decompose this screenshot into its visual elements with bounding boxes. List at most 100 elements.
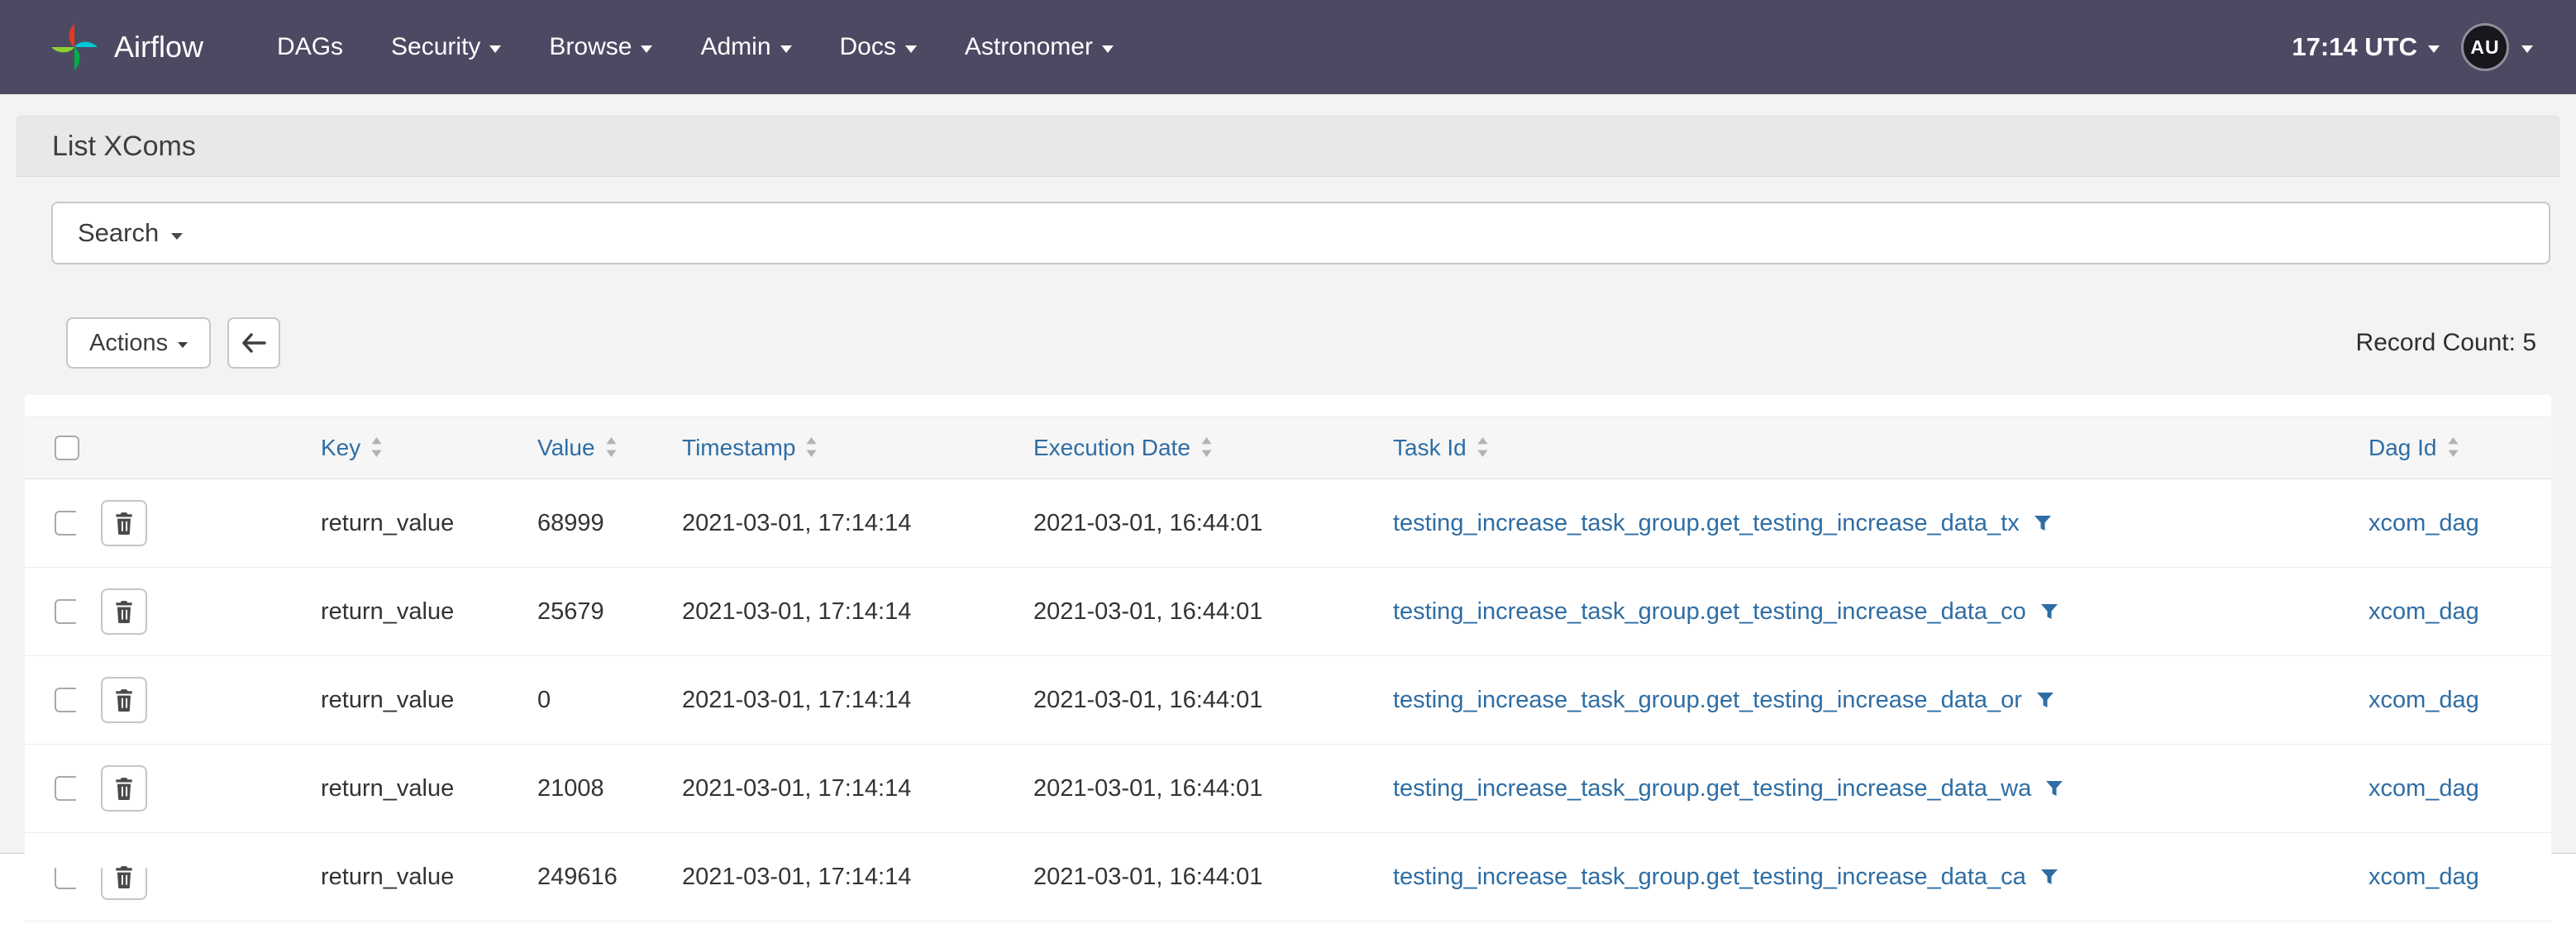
nav-item-docs[interactable]: Docs xyxy=(816,0,941,94)
cell-dag-id: xcom_dag xyxy=(2332,479,2551,568)
filter-icon[interactable] xyxy=(2044,778,2064,798)
table-row: return_value 0 2021-03-01, 17:14:14 2021… xyxy=(25,656,2551,745)
cell-timestamp: 2021-03-01, 17:14:14 xyxy=(646,745,997,833)
cell-timestamp: 2021-03-01, 17:14:14 xyxy=(646,833,997,921)
table-row: return_value 25679 2021-03-01, 17:14:14 … xyxy=(25,568,2551,656)
dag-id-link[interactable]: xcom_dag xyxy=(2368,864,2479,890)
delete-row-button[interactable] xyxy=(101,588,147,635)
cell-timestamp: 2021-03-01, 17:14:14 xyxy=(646,479,997,568)
table-header-row: Key Value Timestamp Execution Date Task … xyxy=(25,417,2551,479)
nav-item-security[interactable]: Security xyxy=(367,0,525,94)
cell-value: 0 xyxy=(501,656,646,745)
back-arrow-icon xyxy=(241,332,267,354)
cell-execution-date: 2021-03-01, 16:44:01 xyxy=(997,745,1357,833)
cell-key: return_value xyxy=(284,568,501,656)
task-id-link[interactable]: testing_increase_task_group.get_testing_… xyxy=(1393,598,2026,625)
row-checkbox[interactable] xyxy=(55,864,76,889)
cell-value: 25679 xyxy=(501,568,646,656)
trash-icon xyxy=(113,688,135,712)
cell-task-id: testing_increase_task_group.get_testing_… xyxy=(1357,833,2332,921)
dag-id-link[interactable]: xcom_dag xyxy=(2368,775,2479,802)
page-content: List XComs Search Actions Record Count: … xyxy=(0,94,2576,854)
caret-down-icon xyxy=(489,45,501,53)
table-row: return_value 21008 2021-03-01, 17:14:14 … xyxy=(25,745,2551,833)
cell-value: 249616 xyxy=(501,833,646,921)
table-row: return_value 68999 2021-03-01, 17:14:14 … xyxy=(25,479,2551,568)
row-checkbox[interactable] xyxy=(55,776,76,801)
cell-value: 68999 xyxy=(501,479,646,568)
nav-item-browse[interactable]: Browse xyxy=(525,0,676,94)
trash-icon xyxy=(113,777,135,801)
page-title: List XComs xyxy=(52,131,196,163)
sort-icon xyxy=(805,437,818,457)
search-toggle[interactable]: Search xyxy=(51,202,2550,264)
cell-execution-date: 2021-03-01, 16:44:01 xyxy=(997,833,1357,921)
sort-task-id-link[interactable]: Task Id xyxy=(1393,435,1467,460)
sort-icon xyxy=(605,437,618,457)
sort-execution-date-link[interactable]: Execution Date xyxy=(1033,435,1190,460)
filter-icon[interactable] xyxy=(2033,513,2053,533)
filter-icon[interactable] xyxy=(2039,867,2059,887)
column-header-execution-date: Execution Date xyxy=(997,417,1357,479)
filter-icon[interactable] xyxy=(2039,602,2059,621)
nav-item-dags[interactable]: DAGs xyxy=(253,0,367,94)
actions-button[interactable]: Actions xyxy=(66,317,211,369)
task-id-link[interactable]: testing_increase_task_group.get_testing_… xyxy=(1393,687,2022,713)
caret-down-icon xyxy=(1102,45,1114,53)
sort-icon xyxy=(2447,437,2459,457)
cell-timestamp: 2021-03-01, 17:14:14 xyxy=(646,568,997,656)
dag-id-link[interactable]: xcom_dag xyxy=(2368,510,2479,536)
sort-dag-id-link[interactable]: Dag Id xyxy=(2368,435,2437,460)
brand-link[interactable]: Airflow xyxy=(48,21,203,74)
row-checkbox[interactable] xyxy=(55,511,76,536)
brand-label: Airflow xyxy=(114,30,203,64)
caret-down-icon xyxy=(905,45,917,53)
navbar: Airflow DAGs Security Browse Admin Docs … xyxy=(0,0,2576,94)
task-id-link[interactable]: testing_increase_task_group.get_testing_… xyxy=(1393,510,2020,536)
sort-icon xyxy=(370,437,383,457)
table-row: return_value 249616 2021-03-01, 17:14:14… xyxy=(25,833,2551,921)
cell-task-id: testing_increase_task_group.get_testing_… xyxy=(1357,479,2332,568)
trash-icon xyxy=(113,600,135,624)
delete-row-button[interactable] xyxy=(101,765,147,812)
sort-timestamp-link[interactable]: Timestamp xyxy=(682,435,795,460)
page-title-bar: List XComs xyxy=(17,116,2559,177)
task-id-link[interactable]: testing_increase_task_group.get_testing_… xyxy=(1393,864,2026,890)
column-header-value: Value xyxy=(501,417,646,479)
column-header-timestamp: Timestamp xyxy=(646,417,997,479)
timezone-menu[interactable]: 17:14 UTC xyxy=(2292,32,2440,62)
cell-task-id: testing_increase_task_group.get_testing_… xyxy=(1357,568,2332,656)
task-id-link[interactable]: testing_increase_task_group.get_testing_… xyxy=(1393,775,2031,802)
user-menu[interactable]: AU xyxy=(2461,23,2533,71)
row-checkbox[interactable] xyxy=(55,599,76,624)
cell-dag-id: xcom_dag xyxy=(2332,656,2551,745)
filter-icon[interactable] xyxy=(2035,690,2055,710)
back-button[interactable] xyxy=(227,317,280,369)
caret-down-icon xyxy=(641,45,652,53)
avatar[interactable]: AU xyxy=(2461,23,2509,71)
navbar-right: 17:14 UTC AU xyxy=(2292,23,2533,71)
nav-item-astronomer[interactable]: Astronomer xyxy=(941,0,1138,94)
cell-value: 21008 xyxy=(501,745,646,833)
toolbar: Actions Record Count: 5 xyxy=(66,317,2536,369)
cell-execution-date: 2021-03-01, 16:44:01 xyxy=(997,568,1357,656)
cell-dag-id: xcom_dag xyxy=(2332,833,2551,921)
sort-icon xyxy=(1476,437,1489,457)
record-count: Record Count: 5 xyxy=(2356,329,2536,357)
dag-id-link[interactable]: xcom_dag xyxy=(2368,687,2479,713)
sort-key-link[interactable]: Key xyxy=(321,435,360,460)
delete-row-button[interactable] xyxy=(101,500,147,546)
caret-down-icon xyxy=(178,342,188,348)
sort-icon xyxy=(1200,437,1213,457)
nav-item-admin[interactable]: Admin xyxy=(676,0,815,94)
row-checkbox[interactable] xyxy=(55,688,76,712)
delete-row-button[interactable] xyxy=(101,677,147,723)
dag-id-link[interactable]: xcom_dag xyxy=(2368,598,2479,625)
cell-task-id: testing_increase_task_group.get_testing_… xyxy=(1357,656,2332,745)
cell-key: return_value xyxy=(284,479,501,568)
sort-value-link[interactable]: Value xyxy=(537,435,595,460)
xcom-table: Key Value Timestamp Execution Date Task … xyxy=(25,417,2551,921)
column-header-task-id: Task Id xyxy=(1357,417,2332,479)
cell-key: return_value xyxy=(284,833,501,921)
cell-key: return_value xyxy=(284,656,501,745)
